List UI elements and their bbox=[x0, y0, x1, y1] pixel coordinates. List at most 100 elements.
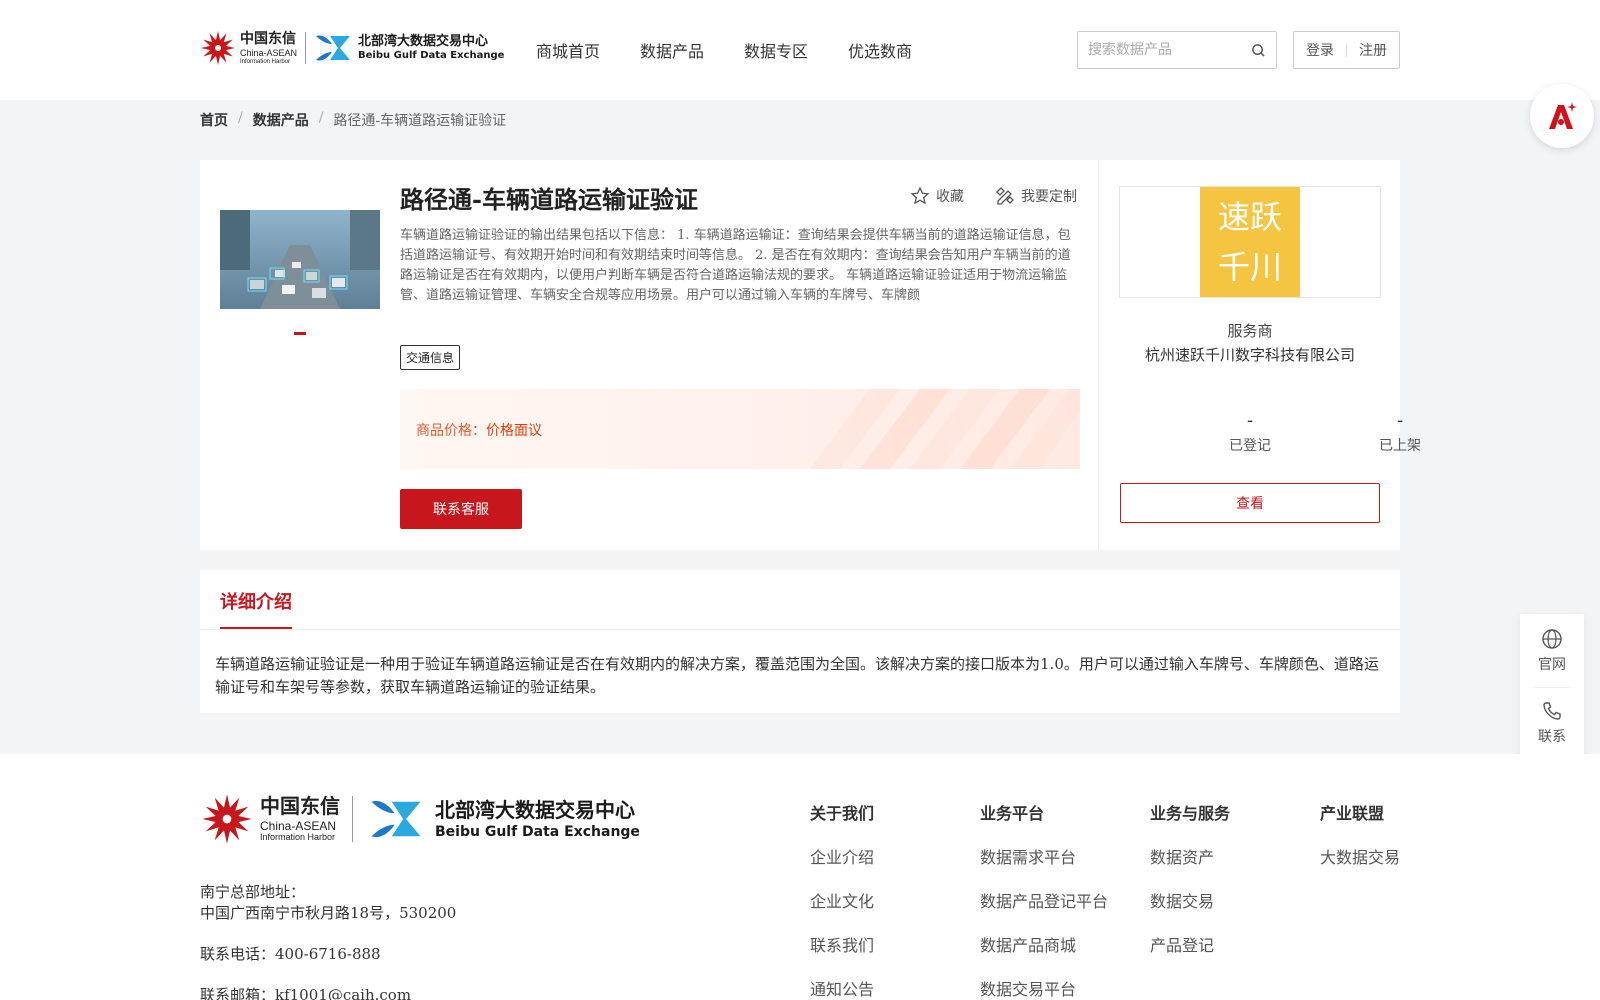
product-description: 车辆道路运输证验证的输出结果包括以下信息： 1. 车辆道路运输证：查询结果会提供… bbox=[400, 228, 1071, 303]
footer-link[interactable]: 数据交易平台 bbox=[980, 976, 1108, 1000]
vendor-logo[interactable]: 速跃 千川 bbox=[1119, 186, 1381, 298]
listed-label: 已上架 bbox=[1379, 438, 1421, 454]
side-official-site[interactable]: 官网 bbox=[1520, 628, 1584, 674]
view-vendor-button[interactable]: 查看 bbox=[1120, 483, 1380, 523]
price-label: 商品价格： bbox=[416, 423, 486, 439]
site-logo[interactable]: 中国东信 China-ASEAN Information Harbor 北部湾大… bbox=[198, 28, 504, 68]
footer-col-title: 产业联盟 bbox=[1320, 804, 1385, 823]
login-link[interactable]: 登录 bbox=[1306, 40, 1334, 60]
product-tag[interactable]: 交通信息 bbox=[400, 345, 461, 370]
footer-address: 南宁总部地址： 中国广西南宁市秋月路18号，530200 bbox=[200, 882, 456, 924]
footer-col-services: 业务与服务 数据资产 数据交易 产品登记 bbox=[1150, 800, 1230, 956]
price-value: 价格面议 bbox=[486, 423, 542, 439]
nav-preferred-vendors[interactable]: 优选数商 bbox=[848, 38, 912, 62]
search-box bbox=[1077, 31, 1277, 69]
globe-icon bbox=[1542, 629, 1562, 649]
ai-assistant-icon bbox=[1549, 102, 1577, 129]
registered-label: 已登记 bbox=[1229, 438, 1271, 454]
footer-link[interactable]: 大数据交易 bbox=[1320, 844, 1400, 868]
contact-service-button[interactable]: 联系客服 bbox=[400, 489, 522, 529]
site-footer: 中国东信 China-ASEAN Information Harbor 北部湾大… bbox=[0, 754, 1600, 1000]
brand-cn: 中国东信 bbox=[240, 30, 296, 47]
breadcrumb-data-products[interactable]: 数据产品 bbox=[253, 110, 309, 130]
brand-en2: Information Harbor bbox=[240, 58, 291, 65]
nav-mall-home[interactable]: 商城首页 bbox=[536, 38, 600, 62]
footer-link[interactable]: 通知公告 bbox=[810, 976, 874, 1000]
exchange-en: Beibu Gulf Data Exchange bbox=[358, 50, 505, 61]
footer-col-title: 关于我们 bbox=[810, 804, 875, 823]
register-link[interactable]: 注册 bbox=[1359, 40, 1387, 60]
price-box-decoration bbox=[810, 389, 1080, 469]
footer-col-alliance: 产业联盟 大数据交易 bbox=[1320, 800, 1400, 868]
breadcrumb-home[interactable]: 首页 bbox=[200, 110, 228, 130]
search-input[interactable] bbox=[1078, 32, 1238, 68]
listed-stat: - 已上架 bbox=[1350, 410, 1450, 455]
ai-assistant-button[interactable] bbox=[1530, 84, 1594, 148]
footer-logo[interactable]: 中国东信 China-ASEAN Information Harbor 北部湾大… bbox=[198, 790, 640, 848]
china-asean-logo-icon bbox=[202, 794, 252, 844]
side-contact[interactable]: 联系 bbox=[1520, 700, 1584, 746]
active-tab-indicator bbox=[220, 627, 292, 629]
vendor-logo-line2: 千川 bbox=[1217, 248, 1282, 286]
breadcrumb: 首页 / 数据产品 / 路径通-车辆道路运输证验证 bbox=[200, 110, 506, 130]
registered-count: - bbox=[1246, 410, 1254, 431]
main-nav: 商城首页 数据产品 数据专区 优选数商 bbox=[536, 38, 912, 62]
address-value: 中国广西南宁市秋月路18号，530200 bbox=[200, 904, 457, 922]
customize-label: 我要定制 bbox=[1021, 189, 1077, 205]
exchange-cn: 北部湾大数据交易中心 bbox=[358, 34, 489, 49]
side-float-bar: 官网 联系 bbox=[1520, 614, 1584, 759]
footer-link[interactable]: 数据产品登记平台 bbox=[980, 888, 1108, 912]
listed-count: - bbox=[1396, 410, 1404, 431]
vertical-divider bbox=[1098, 160, 1099, 550]
footer-email: 联系邮箱：kf1001@caih.com bbox=[200, 986, 412, 1000]
search-icon[interactable] bbox=[1251, 43, 1266, 58]
vendor-logo-line1: 速跃 bbox=[1217, 198, 1282, 236]
footer-exchange-en: Beibu Gulf Data Exchange bbox=[435, 823, 640, 840]
footer-brand-cn: 中国东信 bbox=[260, 794, 340, 818]
footer-logo-divider bbox=[352, 796, 353, 842]
breadcrumb-separator: / bbox=[238, 110, 243, 126]
footer-link[interactable]: 数据产品商城 bbox=[980, 932, 1108, 956]
beibu-gulf-logo-icon bbox=[316, 35, 351, 61]
product-thumbnail[interactable] bbox=[220, 210, 380, 309]
nav-data-zone[interactable]: 数据专区 bbox=[744, 38, 808, 62]
footer-link[interactable]: 企业介绍 bbox=[810, 844, 874, 868]
side-divider bbox=[1534, 687, 1570, 688]
footer-brand-en2: Information Harbor bbox=[260, 832, 336, 842]
footer-col-title: 业务与服务 bbox=[1150, 804, 1231, 823]
favorite-button[interactable]: 收藏 bbox=[910, 186, 964, 206]
logo-divider bbox=[305, 32, 307, 64]
phone-icon bbox=[1543, 702, 1561, 720]
china-asean-logo-icon bbox=[201, 31, 235, 65]
detail-text: 车辆道路运输证验证是一种用于验证车辆道路运输证是否在有效期内的解决方案，覆盖范围… bbox=[215, 655, 1379, 696]
customize-icon bbox=[996, 187, 1014, 205]
nav-data-products[interactable]: 数据产品 bbox=[640, 38, 704, 62]
side-contact-label: 联系 bbox=[1538, 729, 1566, 745]
vendor-logo-square: 速跃 千川 bbox=[1200, 187, 1300, 297]
beibu-gulf-logo-icon bbox=[371, 801, 421, 837]
product-title: 路径通-车辆道路运输证验证 bbox=[400, 185, 698, 214]
side-official-label: 官网 bbox=[1538, 657, 1566, 673]
footer-link[interactable]: 联系我们 bbox=[810, 932, 874, 956]
tab-detail[interactable]: 详细介绍 bbox=[220, 588, 292, 614]
vendor-label: 服务商 bbox=[1227, 322, 1273, 340]
auth-box: 登录 注册 bbox=[1293, 31, 1400, 69]
carousel-indicator[interactable] bbox=[294, 332, 306, 335]
footer-brand-en1: China-ASEAN bbox=[260, 819, 337, 833]
registered-stat: - 已登记 bbox=[1200, 410, 1300, 455]
favorite-label: 收藏 bbox=[936, 189, 964, 205]
footer-link[interactable]: 数据需求平台 bbox=[980, 844, 1108, 868]
footer-col-title: 业务平台 bbox=[980, 804, 1045, 823]
product-price: 商品价格：价格面议 bbox=[416, 420, 542, 440]
footer-col-platform: 业务平台 数据需求平台 数据产品登记平台 数据产品商城 数据交易平台 bbox=[980, 800, 1108, 1000]
footer-link[interactable]: 企业文化 bbox=[810, 888, 874, 912]
footer-phone: 联系电话：400-6716-888 bbox=[200, 945, 381, 963]
footer-link[interactable]: 产品登记 bbox=[1150, 932, 1230, 956]
footer-link[interactable]: 数据交易 bbox=[1150, 888, 1230, 912]
footer-col-about: 关于我们 企业介绍 企业文化 联系我们 通知公告 bbox=[810, 800, 874, 1000]
customize-button[interactable]: 我要定制 bbox=[995, 186, 1077, 206]
vendor-name: 杭州速跃千川数字科技有限公司 bbox=[1144, 346, 1355, 364]
product-card: 路径通-车辆道路运输证验证 收藏 我要定制 车辆道路运输证验证的输出结果包括以下… bbox=[200, 160, 1421, 550]
breadcrumb-separator: / bbox=[318, 110, 324, 126]
footer-link[interactable]: 数据资产 bbox=[1150, 844, 1230, 868]
